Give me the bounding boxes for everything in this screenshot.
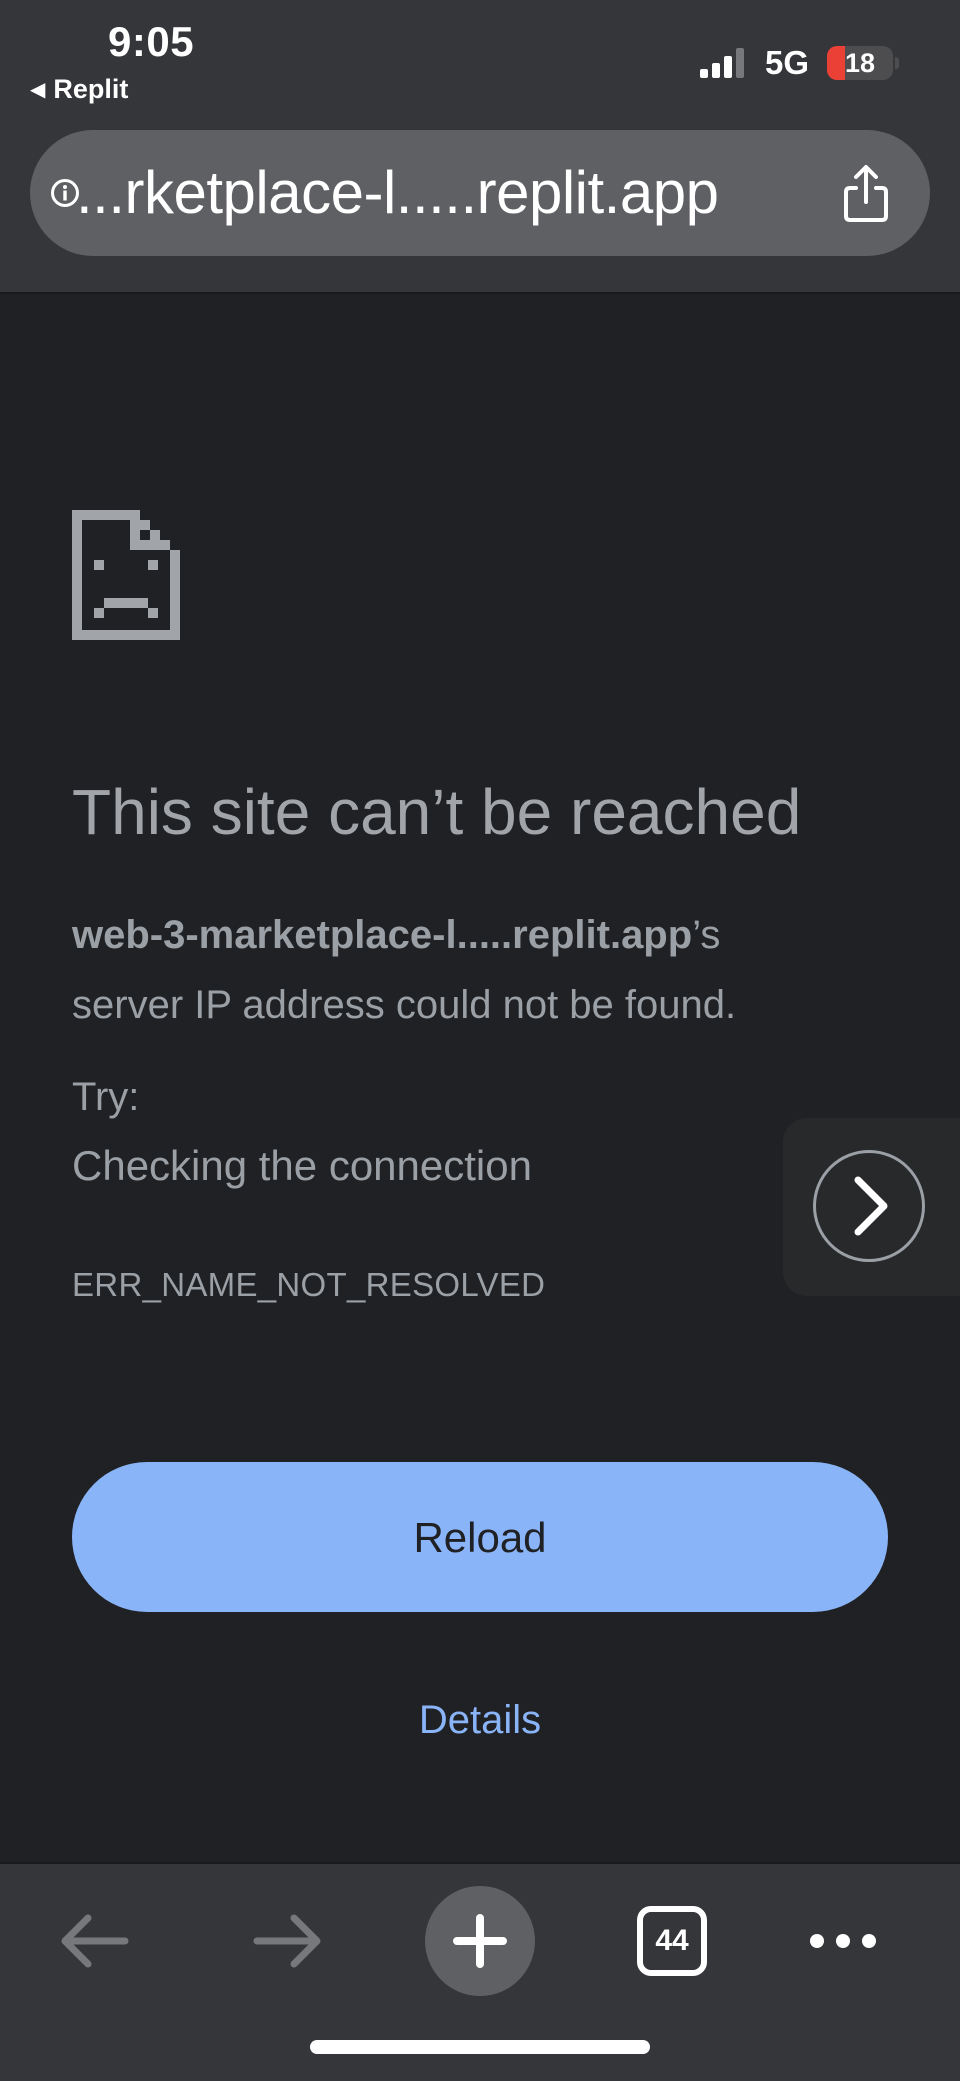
network-type: 5G <box>765 44 810 81</box>
side-forward-button[interactable] <box>783 1118 960 1296</box>
forward-circle <box>813 1150 925 1262</box>
error-host: web-3-marketplace-l.....replit.app <box>72 913 693 957</box>
more-menu-icon[interactable] <box>788 1886 898 1996</box>
back-to-app-link[interactable]: ◀ Replit <box>30 74 128 105</box>
details-link[interactable]: Details <box>0 1698 960 1743</box>
reload-button[interactable]: Reload <box>72 1462 888 1612</box>
chevron-right-icon <box>854 1176 888 1236</box>
back-arrow-icon[interactable] <box>40 1886 150 1996</box>
sad-document-icon <box>72 510 180 640</box>
tab-switcher-button[interactable]: 44 <box>617 1886 727 1996</box>
status-time: 9:05 <box>108 18 195 65</box>
share-icon[interactable] <box>830 158 902 230</box>
plus-icon <box>453 1914 507 1968</box>
error-code: ERR_NAME_NOT_RESOLVED <box>72 1266 546 1303</box>
error-description-text: server IP address could not be found. <box>72 983 737 1027</box>
battery-level: 18 <box>844 48 876 78</box>
suggestion-item: Checking the connection <box>72 1142 532 1189</box>
home-indicator[interactable] <box>310 2040 650 2054</box>
browser-top-chrome: 9:05 ◀ Replit 5G 18 ...rketplace-l.....r… <box>0 0 960 294</box>
address-url[interactable]: ...rketplace-l.....replit.app <box>76 158 719 227</box>
cellular-signal-icon <box>700 48 744 78</box>
error-title: This site can’t be reached <box>72 776 802 848</box>
error-description: web-3-marketplace-l.....replit.app’s ser… <box>72 900 832 1040</box>
try-label: Try: <box>72 1075 140 1119</box>
new-tab-button[interactable] <box>425 1886 535 1996</box>
battery-tip <box>895 57 899 69</box>
battery-indicator: 18 <box>827 46 893 80</box>
back-app-label: Replit <box>53 74 129 104</box>
address-bar[interactable]: ...rketplace-l.....replit.app <box>30 130 930 256</box>
forward-arrow-icon[interactable] <box>232 1886 342 1996</box>
back-triangle-icon: ◀ <box>30 79 46 101</box>
tab-count: 44 <box>637 1906 707 1976</box>
error-host-suffix: ’s <box>692 913 721 957</box>
